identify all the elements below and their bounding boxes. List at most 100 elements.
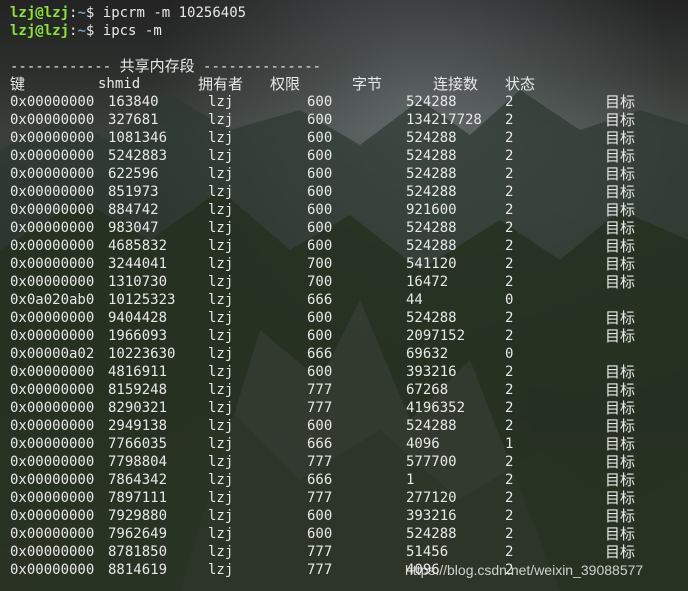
row-bytes: 69632 xyxy=(406,346,449,362)
table-row: 0x00000000 1081346 lzj 600 524288 2 目标 xyxy=(10,129,688,147)
row-owner: lzj xyxy=(208,562,234,578)
row-owner: lzj xyxy=(208,148,234,164)
row-owner: lzj xyxy=(208,166,234,182)
row-bytes: 921600 xyxy=(406,202,457,218)
row-perms: 666 xyxy=(307,346,333,362)
row-key: 0x00000000 xyxy=(10,94,95,110)
row-shmid: 884742 xyxy=(108,202,159,218)
row-shmid: 7864342 xyxy=(108,472,168,488)
row-shmid: 1310730 xyxy=(108,274,168,290)
row-shmid: 4685832 xyxy=(108,238,168,254)
row-owner: lzj xyxy=(208,472,234,488)
shm-table-body: 0x00000000 163840 lzj 600 524288 2 目标 0x0000000… xyxy=(10,93,688,579)
row-status: 目标 xyxy=(605,363,636,381)
row-owner: lzj xyxy=(208,382,234,398)
row-owner: lzj xyxy=(208,220,234,236)
row-key: 0x00000000 xyxy=(10,544,95,560)
row-perms: 777 xyxy=(307,562,333,578)
row-nattch: 2 xyxy=(505,94,514,110)
row-shmid: 983047 xyxy=(108,220,159,236)
prompt-line-2: lzj@lzj:~$ ipcs -m xyxy=(10,23,162,39)
header-perms: 权限 xyxy=(270,75,301,93)
row-owner: lzj xyxy=(208,490,234,506)
row-shmid: 7798804 xyxy=(108,454,168,470)
terminal-window[interactable]: lzj@lzj:~$ ipcrm -m 10256405 lzj@lzj:~$ … xyxy=(0,0,688,591)
table-row: 0x00000000 4685832 lzj 600 524288 2 目标 xyxy=(10,237,688,255)
row-shmid: 851973 xyxy=(108,184,159,200)
row-status: 目标 xyxy=(605,201,636,219)
table-row: 0x00000000 622596 lzj 600 524288 2 目标 xyxy=(10,165,688,183)
row-bytes: 524288 xyxy=(406,418,457,434)
row-perms: 600 xyxy=(307,310,333,326)
table-row: 0x00000000 8159248 lzj 777 67268 2 目标 xyxy=(10,381,688,399)
row-key: 0x00000000 xyxy=(10,490,95,506)
row-status: 目标 xyxy=(605,543,636,561)
row-bytes: 524288 xyxy=(406,148,457,164)
row-nattch: 2 xyxy=(505,238,514,254)
row-key: 0x00000000 xyxy=(10,256,95,272)
row-nattch: 0 xyxy=(505,346,514,362)
row-owner: lzj xyxy=(208,544,234,560)
header-status: 状态 xyxy=(505,75,536,93)
row-key: 0x00000000 xyxy=(10,472,95,488)
row-perms: 777 xyxy=(307,400,333,416)
row-owner: lzj xyxy=(208,274,234,290)
table-row: 0x00000000 5242883 lzj 600 524288 2 目标 xyxy=(10,147,688,165)
table-row: 0x00000000 9404428 lzj 600 524288 2 目标 xyxy=(10,309,688,327)
table-row: 0x00000000 7766035 lzj 666 4096 1 目标 xyxy=(10,435,688,453)
row-bytes: 524288 xyxy=(406,220,457,236)
row-bytes: 44 xyxy=(406,292,423,308)
row-owner: lzj xyxy=(208,346,234,362)
table-row: 0x00000a02 10223630 lzj 666 69632 0 xyxy=(10,345,688,363)
row-bytes: 524288 xyxy=(406,130,457,146)
row-status: 目标 xyxy=(605,417,636,435)
row-perms: 600 xyxy=(307,166,333,182)
row-nattch: 2 xyxy=(505,364,514,380)
table-row: 0x00000000 851973 lzj 600 524288 2 目标 xyxy=(10,183,688,201)
row-bytes: 2097152 xyxy=(406,328,466,344)
row-shmid: 8781850 xyxy=(108,544,168,560)
row-perms: 600 xyxy=(307,220,333,236)
row-perms: 600 xyxy=(307,328,333,344)
row-nattch: 2 xyxy=(505,400,514,416)
terminal-output: lzj@lzj:~$ ipcrm -m 10256405 lzj@lzj:~$ … xyxy=(10,4,688,579)
row-perms: 600 xyxy=(307,526,333,542)
row-bytes: 4096 xyxy=(406,436,440,452)
row-status: 目标 xyxy=(605,453,636,471)
row-bytes: 524288 xyxy=(406,526,457,542)
row-nattch: 2 xyxy=(505,490,514,506)
table-row: 0x0a020ab0 10125323 lzj 666 44 0 xyxy=(10,291,688,309)
row-shmid: 327681 xyxy=(108,112,159,128)
row-status: 目标 xyxy=(605,147,636,165)
row-status: 目标 xyxy=(605,525,636,543)
row-key: 0x00000000 xyxy=(10,166,95,182)
table-row: 0x00000000 983047 lzj 600 524288 2 目标 xyxy=(10,219,688,237)
prompt-user: lzj@lzj xyxy=(10,5,70,21)
row-owner: lzj xyxy=(208,418,234,434)
row-bytes: 277120 xyxy=(406,490,457,506)
row-nattch: 2 xyxy=(505,112,514,128)
row-key: 0x00000000 xyxy=(10,382,95,398)
table-row: 0x00000000 7798804 lzj 777 577700 2 目标 xyxy=(10,453,688,471)
row-owner: lzj xyxy=(208,256,234,272)
row-shmid: 7929880 xyxy=(108,508,168,524)
prompt-user: lzj@lzj xyxy=(10,23,70,39)
row-bytes: 67268 xyxy=(406,382,449,398)
row-status: 目标 xyxy=(605,219,636,237)
row-bytes: 1 xyxy=(406,472,415,488)
row-nattch: 2 xyxy=(505,382,514,398)
row-status: 目标 xyxy=(605,489,636,507)
row-shmid: 8290321 xyxy=(108,400,168,416)
table-header: 键 shmid 拥有者 权限 字节 连接数 状态 xyxy=(10,75,688,93)
row-shmid: 1966093 xyxy=(108,328,168,344)
row-status: 目标 xyxy=(605,183,636,201)
row-key: 0x00000000 xyxy=(10,310,95,326)
row-perms: 666 xyxy=(307,472,333,488)
row-owner: lzj xyxy=(208,184,234,200)
row-nattch: 2 xyxy=(505,526,514,542)
row-key: 0x00000000 xyxy=(10,274,95,290)
row-perms: 777 xyxy=(307,544,333,560)
row-perms: 666 xyxy=(307,292,333,308)
row-shmid: 5242883 xyxy=(108,148,168,164)
watermark-text: https://blog.csdn.net/weixin_39088577 xyxy=(405,562,644,578)
